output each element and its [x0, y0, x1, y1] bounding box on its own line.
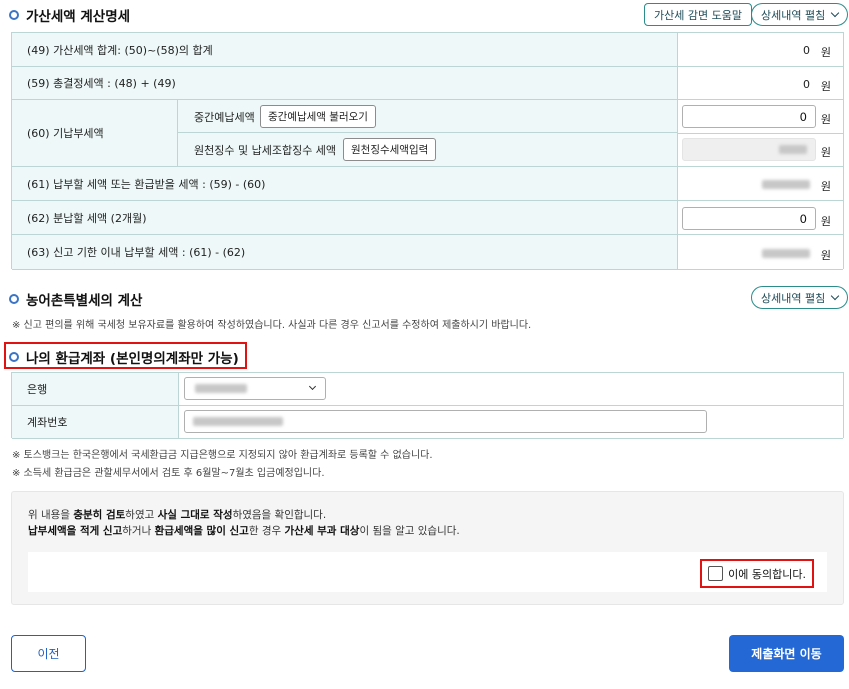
- emphasis-text: 사실 그대로 작성: [157, 509, 233, 521]
- go-to-submission-button[interactable]: 제출화면 이동: [729, 635, 844, 672]
- confirmation-text: 하였고: [125, 509, 158, 521]
- agree-label: 이에 동의합니다.: [728, 567, 806, 581]
- table-row: (60) 기납부세액 중간예납세액 중간예납세액 불러오기 원천징수 및 납세조…: [12, 100, 843, 167]
- table-row: (49) 가산세액 합계: (50)~(58)의 합계 0 원: [12, 33, 843, 67]
- amount-value: 0: [803, 44, 810, 57]
- emphasis-text: 충분히 검토: [73, 509, 126, 521]
- amount-value: 0: [803, 78, 810, 91]
- confirmation-text-line-1: 위 내용을 충분히 검토하였고 사실 그대로 작성하였음을 확인합니다.: [28, 507, 326, 522]
- confirmation-text-line-2: 납부세액을 적게 신고하거나 환급세액을 많이 신고한 경우 가산세 부과 대상…: [28, 523, 460, 538]
- amount-value: [762, 248, 810, 261]
- bank-select[interactable]: [184, 377, 326, 400]
- refund-schedule-note: ※ 소득세 환급금은 관할세무서에서 검토 후 6월말~7월초 입금예정입니다.: [12, 468, 325, 479]
- chevron-down-icon: [830, 291, 840, 300]
- confirmation-text: 위 내용을: [28, 509, 74, 521]
- penalty-tax-table: (49) 가산세액 합계: (50)~(58)의 합계 0 원 (59) 총결정…: [11, 32, 844, 270]
- unit-label: 원: [820, 46, 831, 59]
- divider: [178, 406, 179, 438]
- unit-label: 원: [820, 215, 831, 228]
- divider: [677, 201, 678, 234]
- section-title-refund-account: 나의 환급계좌 (본인명의계좌만 가능): [9, 347, 239, 367]
- installment-tax-input[interactable]: 0: [682, 207, 816, 230]
- interim-tax-input[interactable]: 0: [682, 105, 816, 128]
- divider: [178, 373, 179, 405]
- confirmation-text: 이 됨을 알고 있습니다.: [359, 525, 460, 537]
- agree-strip: 이에 동의합니다.: [28, 552, 827, 592]
- unit-label: 원: [820, 80, 831, 93]
- table-row: (63) 신고 기한 이내 납부할 세액 : (61) - (62) 원: [12, 235, 843, 270]
- load-interim-tax-button[interactable]: 중간예납세액 불러오기: [260, 105, 376, 128]
- agree-checkbox-wrapper[interactable]: 이에 동의합니다.: [700, 559, 814, 588]
- row-label: (62) 분납할 세액 (2개월): [12, 201, 677, 234]
- agree-checkbox[interactable]: [708, 566, 724, 581]
- divider: [677, 67, 678, 99]
- toss-bank-note: ※ 토스뱅크는 한국은행에서 국세환급금 지급은행으로 지정되지 않아 환급계좌…: [12, 450, 433, 461]
- account-number-label: 계좌번호: [12, 406, 178, 438]
- emphasis-text: 가산세 부과 대상: [284, 525, 360, 537]
- section-title-penalty-tax: 가산세액 계산명세: [9, 5, 130, 25]
- account-number-input[interactable]: [184, 410, 707, 433]
- expand-details-button[interactable]: 상세내역 펼침: [751, 3, 849, 26]
- chevron-down-icon: [308, 382, 317, 391]
- confirmation-text: 한 경우: [248, 525, 285, 537]
- withholding-tax-input-button[interactable]: 원천징수세액입력: [343, 138, 437, 161]
- divider: [677, 235, 678, 269]
- row-label: (49) 가산세액 합계: (50)~(58)의 합계: [12, 33, 677, 66]
- previous-button[interactable]: 이전: [11, 635, 86, 672]
- redacted-value: [195, 384, 247, 393]
- bank-label: 은행: [12, 373, 178, 405]
- emphasis-text: 환급세액을 많이 신고: [154, 525, 249, 537]
- amount-value: [762, 179, 810, 192]
- interim-tax-label: 중간예납세액: [194, 111, 255, 124]
- emphasis-text: 납부세액을 적게 신고: [28, 525, 123, 537]
- chevron-down-icon: [830, 8, 840, 17]
- divider: [677, 167, 678, 200]
- redacted-value: [193, 417, 283, 426]
- divider: [678, 133, 843, 134]
- sub-row-withholding: 원천징수 및 납세조합징수 세액 원천징수세액입력: [178, 133, 677, 166]
- table-row: (62) 분납할 세액 (2개월) 0 원: [12, 201, 843, 235]
- withholding-tax-input: [682, 138, 816, 161]
- table-row: 은행: [12, 373, 843, 406]
- row-label: (61) 납부할 세액 또는 환급받을 세액 : (59) - (60): [12, 167, 677, 200]
- table-row: (59) 총결정세액 : (48) + (49) 0 원: [12, 67, 843, 100]
- redacted-value: [762, 180, 810, 189]
- sub-row-interim: 중간예납세액 중간예납세액 불러오기: [178, 100, 677, 133]
- circle-bullet-icon: [9, 294, 19, 304]
- unit-label: 원: [820, 249, 831, 262]
- table-row: (61) 납부할 세액 또는 환급받을 세액 : (59) - (60) 원: [12, 167, 843, 201]
- expand-rural-tax-details-button[interactable]: 상세내역 펼침: [751, 286, 849, 309]
- row-label: (59) 총결정세액 : (48) + (49): [12, 67, 677, 99]
- row-label: (60) 기납부세액: [12, 100, 177, 166]
- unit-label: 원: [820, 146, 831, 159]
- divider: [677, 33, 678, 66]
- redacted-value: [762, 249, 810, 258]
- section-title-rural-tax: 농어촌특별세의 계산: [9, 289, 142, 309]
- confirmation-text: 하거나: [122, 525, 155, 537]
- rural-tax-note: ※ 신고 편의를 위해 국세청 보유자료를 활용하여 작성하였습니다. 사실과 …: [12, 320, 532, 331]
- unit-label: 원: [820, 180, 831, 193]
- confirmation-box: 위 내용을 충분히 검토하였고 사실 그대로 작성하였음을 확인합니다. 납부세…: [11, 491, 844, 605]
- circle-bullet-icon: [9, 10, 19, 20]
- row-label: (63) 신고 기한 이내 납부할 세액 : (61) - (62): [12, 235, 677, 269]
- redacted-value: [779, 145, 807, 154]
- unit-label: 원: [820, 113, 831, 126]
- withholding-tax-label: 원천징수 및 납세조합징수 세액: [194, 144, 337, 157]
- table-row: 계좌번호: [12, 406, 843, 439]
- confirmation-text: 하였음을 확인합니다.: [232, 509, 327, 521]
- circle-bullet-icon: [9, 352, 19, 362]
- refund-account-table: 은행 계좌번호: [11, 372, 844, 439]
- penalty-reduction-help-button[interactable]: 가산세 감면 도움말: [644, 3, 752, 26]
